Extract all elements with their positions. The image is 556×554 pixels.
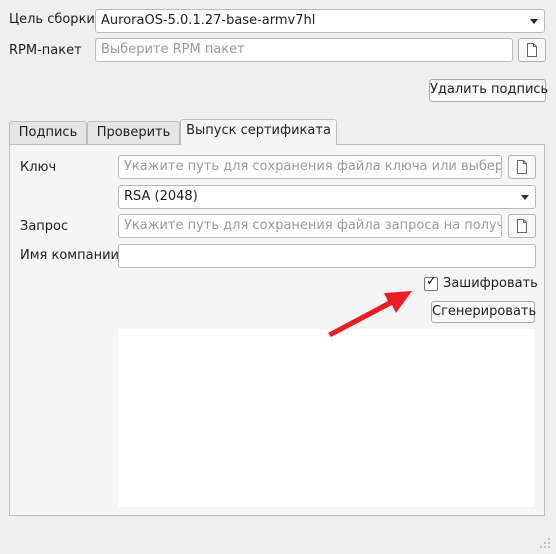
request-browse-button[interactable]: [508, 214, 536, 238]
annotation-arrow-icon: [328, 291, 412, 337]
key-algorithm-value: RSA (2048): [124, 189, 198, 204]
request-label: Запрос: [20, 219, 69, 234]
resize-grip-icon[interactable]: [538, 536, 552, 550]
encrypt-label[interactable]: Зашифровать: [443, 276, 538, 291]
build-target-combobox[interactable]: AuroraOS-5.0.1.27-base-armv7hl: [95, 9, 545, 33]
key-path-input[interactable]: Укажите путь для сохранения файла ключа …: [118, 155, 502, 179]
file-icon: [517, 160, 527, 174]
chevron-down-icon: [521, 195, 529, 200]
build-target-label: Цель сборки: [9, 12, 95, 27]
generate-button[interactable]: Сгенерировать: [431, 301, 536, 323]
build-target-value: AuroraOS-5.0.1.27-base-armv7hl: [101, 13, 316, 28]
checkmark-icon: ✓: [426, 274, 437, 289]
request-path-input[interactable]: Укажите путь для сохранения файла запрос…: [118, 214, 502, 238]
encrypt-checkbox[interactable]: ✓: [424, 274, 438, 291]
chevron-down-icon: [530, 19, 538, 24]
key-algorithm-combobox[interactable]: RSA (2048): [118, 185, 536, 209]
rpm-package-input[interactable]: Выберите RPM пакет: [95, 38, 513, 62]
file-icon: [517, 219, 527, 233]
rpm-browse-button[interactable]: [518, 38, 546, 62]
rpm-package-label: RPM-пакет: [9, 43, 82, 58]
tab-verify[interactable]: Проверить: [87, 121, 180, 145]
key-browse-button[interactable]: [508, 155, 536, 179]
company-name-label: Имя компании: [20, 248, 119, 263]
remove-signature-button[interactable]: Удалить подпись: [429, 79, 548, 102]
company-name-input[interactable]: [118, 244, 536, 268]
key-label: Ключ: [20, 160, 57, 175]
tab-certificate-issue[interactable]: Выпуск сертификата: [180, 119, 337, 145]
file-icon: [527, 43, 537, 57]
tab-signature[interactable]: Подпись: [9, 121, 87, 145]
output-text-area[interactable]: [118, 329, 534, 507]
